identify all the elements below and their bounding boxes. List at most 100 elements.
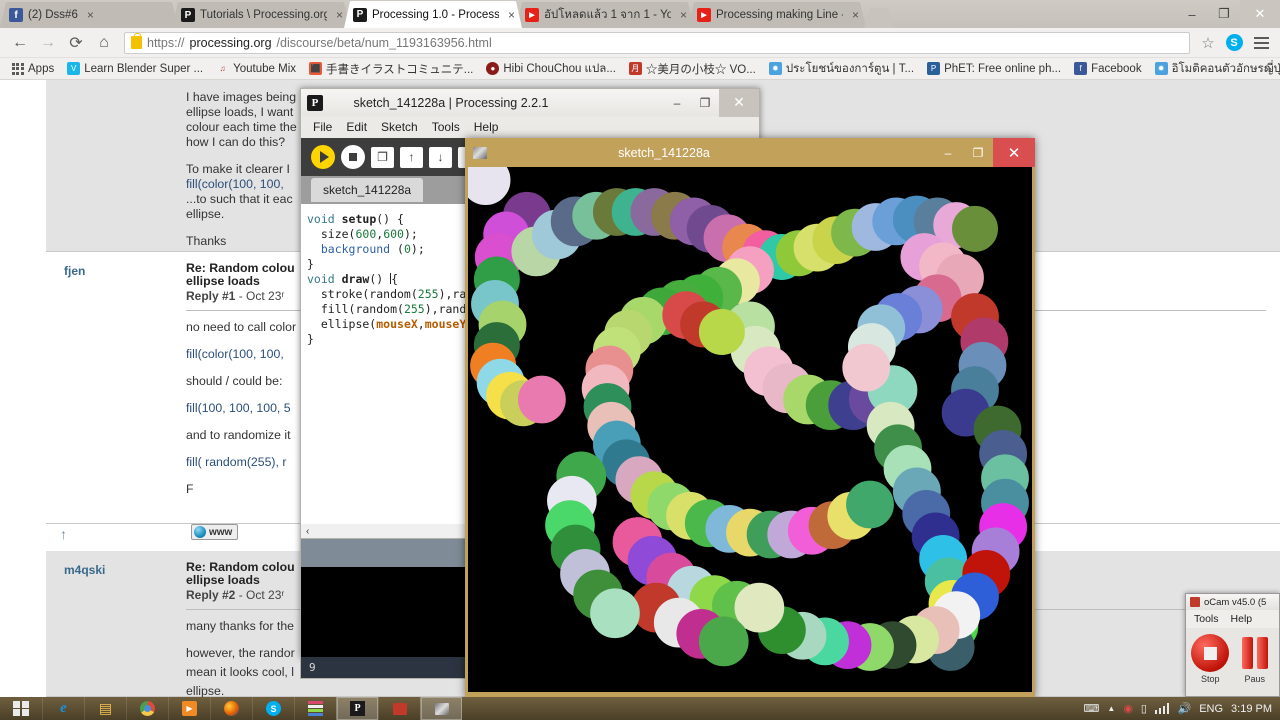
clock[interactable]: 3:19 PM [1231,703,1272,715]
ocam-stop-button[interactable]: Stop [1190,634,1231,684]
close-button[interactable]: ✕ [1240,0,1280,28]
ocam-title-bar[interactable]: oCam v45.0 (5 [1186,594,1279,610]
tab-close-icon[interactable]: × [848,8,859,22]
tab-close-icon[interactable]: × [332,8,343,22]
save-button[interactable]: ↓ [429,146,452,168]
bookmark-apps[interactable]: Apps [6,61,59,76]
open-button[interactable]: ↑ [400,146,423,168]
browser-tab-0[interactable]: f (2) Dss#6 × [0,2,178,28]
reload-icon[interactable]: ⟳ [62,30,90,56]
skype-extension-icon[interactable]: S [1220,30,1248,56]
chrome-menu-icon[interactable] [1248,36,1274,49]
forward-icon[interactable]: → [34,30,62,56]
menu-sketch[interactable]: Sketch [381,120,418,134]
sketch-title-bar[interactable]: sketch_141228a – ❐ ✕ [465,138,1035,167]
browser-tab-1[interactable]: P Tutorials \ Processing.org × [172,2,350,28]
minimize-button[interactable]: – [663,89,691,117]
bookmark-label: ประโยชน์ของการ์ตูน | T... [785,62,915,75]
bookmark-2[interactable]: ♫ Youtube Mix [211,61,301,76]
reply-date: - Oct 23ʳ [235,289,285,303]
ocam-menu-help[interactable]: Help [1231,613,1253,625]
close-button[interactable]: ✕ [719,88,759,117]
tab-label: อัปโหลดแล้ว 1 จาก 1 - YouT [544,9,671,21]
stop-button[interactable] [341,145,365,169]
maximize-button[interactable]: ❐ [1208,0,1240,28]
menu-tools[interactable]: Tools [432,120,460,134]
browser-tab-4[interactable]: ▶ Processing making Line - × [688,2,866,28]
bookmark-1[interactable]: V Learn Blender Super ... [62,61,208,76]
scroll-to-top-icon[interactable]: ↑ [46,524,67,551]
www-label: www [209,526,233,538]
sketch-tab[interactable]: sketch_141228a [311,178,424,202]
taskbar-chrome[interactable] [126,697,168,720]
keyboard-icon[interactable]: ⌨ [1084,702,1100,715]
tab-label: Processing 1.0 - Processin [372,8,499,21]
new-button[interactable]: ❐ [371,146,394,168]
show-hidden-icons[interactable]: ▲ [1107,704,1115,713]
taskbar-ocam[interactable] [378,697,420,720]
post-author[interactable]: m4qski [46,551,186,696]
ocam-tray-icon[interactable]: ◉ [1123,702,1133,715]
phet-icon: P [927,62,941,75]
bookmark-label: Facebook [1091,62,1142,75]
processing-icon: P [307,94,323,111]
volume-icon[interactable]: 🔊 [1177,702,1191,715]
home-icon[interactable]: ⌂ [90,30,118,56]
maximize-button[interactable]: ❐ [963,138,993,167]
browser-tab-3[interactable]: ▶ อัปโหลดแล้ว 1 จาก 1 - YouT × [516,2,694,28]
maximize-button[interactable]: ❐ [691,89,719,117]
taskbar-processing[interactable]: P [336,697,378,720]
bookmarks-overflow-icon[interactable]: » [1265,61,1272,76]
url-path: /discourse/beta/num_1193163956.html [276,35,492,50]
bookmark-3[interactable]: ⬛ 手書きイラストコミュニテ... [304,60,478,78]
sketch-ellipse [698,616,749,667]
start-button[interactable] [0,697,42,720]
blue-star-icon: ✹ [1154,62,1168,75]
ocam-window-title: oCam v45.0 (5 [1204,596,1267,608]
bookmark-star-icon[interactable]: ☆ [1196,34,1220,52]
bookmark-7[interactable]: P PhET: Free online ph... [922,61,1066,76]
network-signal-icon[interactable] [1154,703,1170,714]
ocam-recorder-window: oCam v45.0 (5 Tools Help Stop Paus [1185,593,1280,697]
new-tab-button[interactable] [864,8,894,28]
browser-tab-2-active[interactable]: P Processing 1.0 - Processin × [344,1,522,28]
post-author[interactable] [46,80,186,251]
tab-close-icon[interactable]: × [504,8,515,22]
pde-window-controls: – ❐ ✕ [663,88,759,117]
taskbar-sketch-window[interactable] [420,697,462,720]
bookmark-label: Hibi ChouChou แปล... [503,62,616,75]
tab-close-icon[interactable]: × [676,8,687,22]
sketch-canvas[interactable] [468,167,1032,692]
language-indicator[interactable]: ENG [1199,703,1223,715]
battery-icon[interactable]: ▯ [1141,702,1147,715]
pde-title-bar[interactable]: P sketch_141228a | Processing 2.2.1 – ❐ … [300,88,760,117]
taskbar-internet-explorer[interactable]: e [42,697,84,720]
menu-help[interactable]: Help [474,120,499,134]
bookmark-9[interactable]: ✹ อิโมติคอนตัวอักษรญี่ปุ่น... [1150,59,1280,79]
back-icon[interactable]: ← [6,30,34,56]
post-author[interactable]: fjen [46,252,186,523]
ocam-menu-tools[interactable]: Tools [1194,613,1219,625]
taskbar-media-player[interactable]: ▶ [168,697,210,720]
bookmark-6[interactable]: ✹ ประโยชน์ของการ์ตูน | T... [764,59,919,79]
menu-file[interactable]: File [313,120,332,134]
ocam-pause-button[interactable]: Paus [1235,634,1276,684]
scroll-left-icon[interactable]: ‹ [306,526,309,537]
taskbar-skype[interactable]: S [252,697,294,720]
www-button[interactable]: www [191,524,239,543]
minimize-button[interactable]: – [1176,0,1208,28]
bookmark-4[interactable]: ● Hibi ChouChou แปล... [481,59,621,79]
menu-edit[interactable]: Edit [346,120,367,134]
taskbar-firefox[interactable] [210,697,252,720]
address-bar[interactable]: https:// processing.org/discourse/beta/nu… [124,31,1190,54]
bookmark-8[interactable]: f Facebook [1069,61,1147,76]
taskbar-file-explorer[interactable]: ▤ [84,697,126,720]
close-button[interactable]: ✕ [993,138,1035,167]
bookmark-5[interactable]: 月 ☆美月の小枝☆ VO... [624,60,761,78]
taskbar-books[interactable] [294,697,336,720]
reply-number-label: Reply #1 [186,289,236,303]
tab-close-icon[interactable]: × [83,8,94,22]
minimize-button[interactable]: – [933,138,963,167]
ellipse-canvas-svg [468,167,1029,671]
run-button[interactable] [311,145,335,169]
